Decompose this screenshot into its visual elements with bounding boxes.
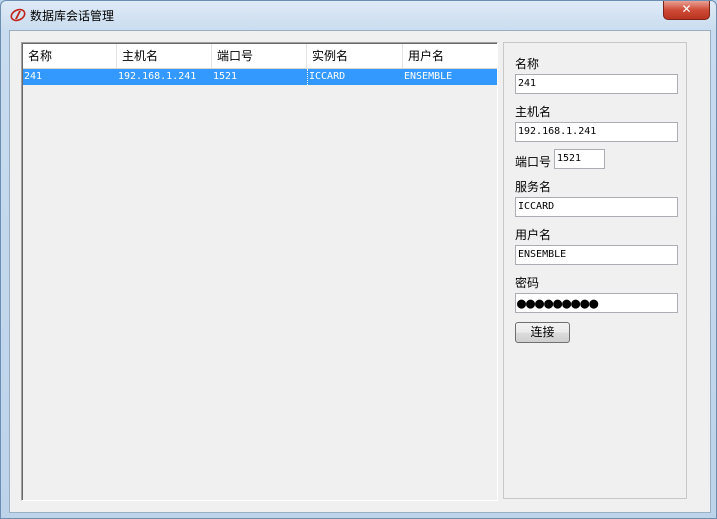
- service-field[interactable]: ICCARD: [515, 197, 678, 217]
- client-area: 名称 主机名 端口号 实例名 用户名 241 192.168.1.241 152…: [9, 30, 711, 513]
- user-field[interactable]: ENSEMBLE: [515, 245, 678, 265]
- column-header-name[interactable]: 名称: [23, 44, 117, 68]
- password-field[interactable]: ●●●●●●●●●: [515, 293, 678, 313]
- session-table[interactable]: 名称 主机名 端口号 实例名 用户名 241 192.168.1.241 152…: [21, 42, 498, 501]
- cell-user: ENSEMBLE: [404, 71, 453, 82]
- column-header-host[interactable]: 主机名: [117, 44, 212, 68]
- app-logo-icon: [10, 8, 26, 22]
- column-header-instance[interactable]: 实例名: [307, 44, 403, 68]
- host-label: 主机名: [515, 105, 552, 119]
- column-header-port[interactable]: 端口号: [212, 44, 307, 68]
- user-label: 用户名: [515, 228, 552, 242]
- name-label: 名称: [515, 57, 540, 71]
- port-label: 端口号: [515, 155, 552, 169]
- host-field[interactable]: 192.168.1.241: [515, 122, 678, 142]
- table-header: 名称 主机名 端口号 实例名 用户名: [23, 44, 497, 69]
- table-row[interactable]: 241 192.168.1.241 1521 ICCARD ENSEMBLE: [23, 69, 497, 85]
- connect-button[interactable]: 连接: [515, 322, 570, 343]
- connection-form: 名称 241 主机名 192.168.1.241 端口号 1521 服务名 IC…: [503, 42, 687, 499]
- cell-instance: ICCARD: [307, 69, 345, 85]
- app-window: 数据库会话管理 ✕ 名称 主机名 端口号 实例名 用户名 241 192.168…: [0, 0, 717, 519]
- close-icon: ✕: [681, 2, 692, 16]
- cell-port: 1521: [213, 71, 238, 82]
- title-bar[interactable]: 数据库会话管理 ✕: [1, 1, 716, 29]
- name-field[interactable]: 241: [515, 74, 678, 94]
- column-header-user[interactable]: 用户名: [403, 44, 497, 68]
- cell-name: 241: [24, 71, 43, 82]
- password-label: 密码: [515, 276, 540, 290]
- port-field[interactable]: 1521: [554, 149, 605, 169]
- cell-host: 192.168.1.241: [118, 71, 197, 82]
- close-button[interactable]: ✕: [663, 1, 710, 20]
- service-label: 服务名: [515, 180, 552, 194]
- window-title: 数据库会话管理: [30, 9, 115, 23]
